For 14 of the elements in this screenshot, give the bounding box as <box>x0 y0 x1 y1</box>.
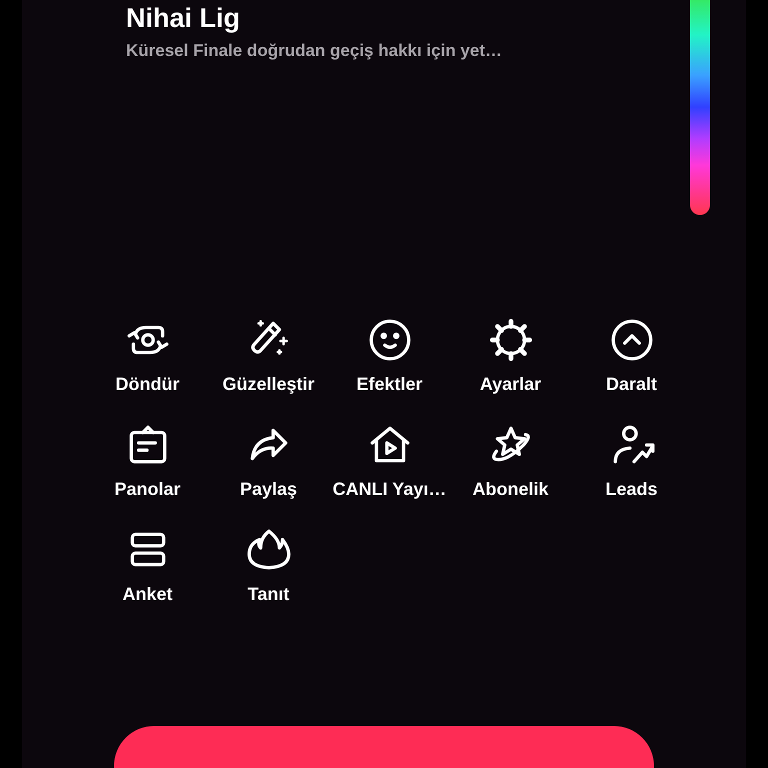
title: Nihai Lig <box>126 2 241 34</box>
subtitle: Küresel Finale doğrudan geçiş hakkı için yet… <box>126 40 504 62</box>
action-item[interactable]: Leads <box>571 420 692 500</box>
action-item[interactable]: Daralt <box>571 315 692 395</box>
action-item[interactable]: Döndür <box>87 315 208 395</box>
action-item[interactable]: Abonelik <box>450 420 571 500</box>
action-item[interactable]: Paylaş <box>208 420 329 500</box>
action-item[interactable]: Ayarlar <box>450 315 571 395</box>
action-item[interactable]: Güzelleştir <box>208 315 329 395</box>
action-item[interactable]: Panolar <box>87 420 208 500</box>
action-item[interactable]: Tanıt <box>208 525 329 605</box>
action-item[interactable]: CANLI Yayı… <box>329 420 450 500</box>
action-item[interactable]: Anket <box>87 525 208 605</box>
action-item[interactable]: Efektler <box>329 315 450 395</box>
